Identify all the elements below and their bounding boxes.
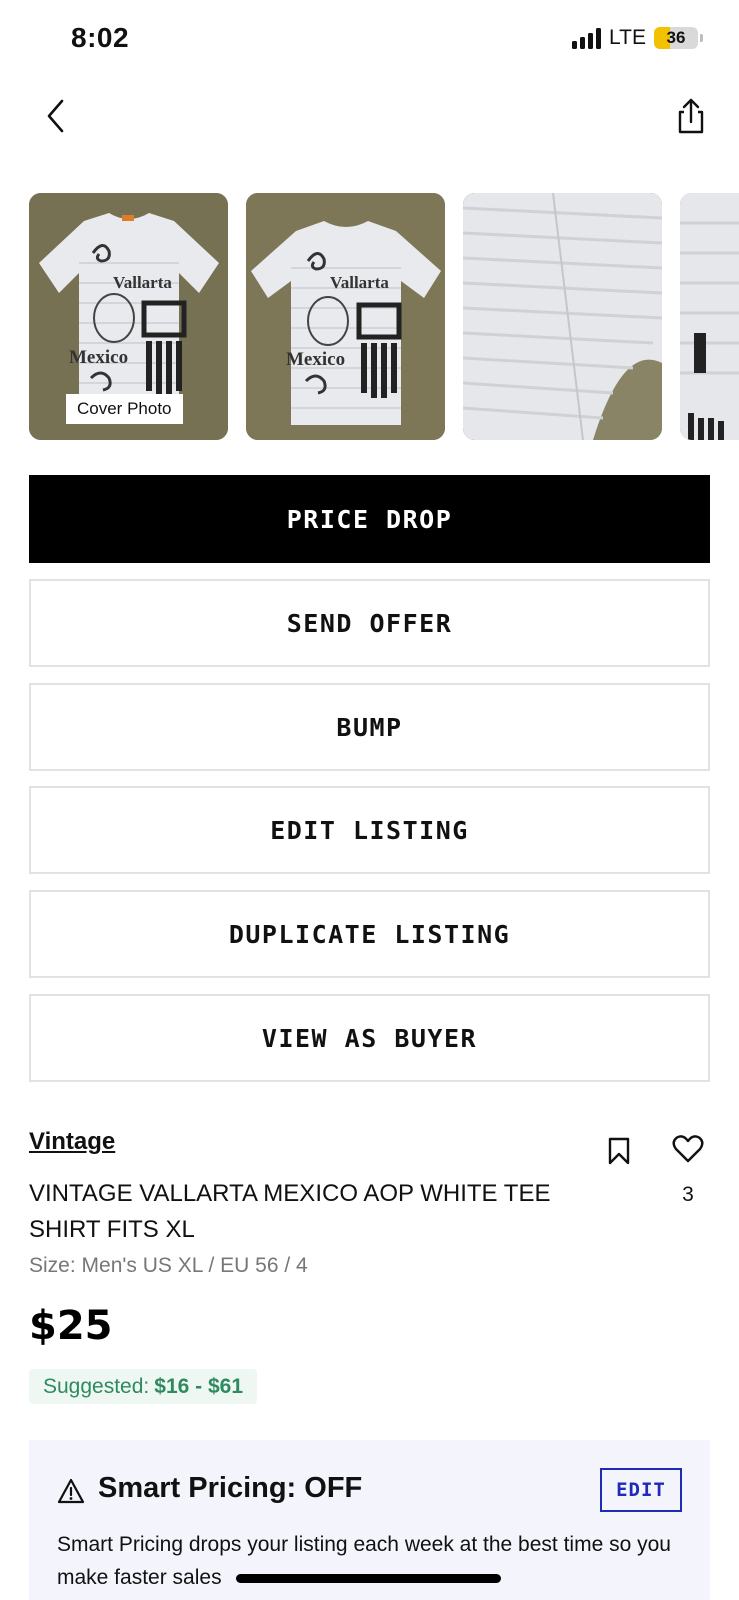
send-offer-button[interactable]: SEND OFFER <box>29 579 710 667</box>
share-icon <box>678 98 704 134</box>
back-button[interactable] <box>40 96 76 136</box>
duplicate-listing-button[interactable]: DUPLICATE LISTING <box>29 890 710 978</box>
listing-photo-1[interactable]: Vallarta Mexico Cover Photo <box>29 193 228 440</box>
status-time: 8:02 <box>71 22 130 53</box>
brand-link[interactable]: Vintage <box>29 1128 115 1156</box>
chevron-left-icon <box>47 99 64 133</box>
heart-icon[interactable] <box>672 1134 704 1164</box>
svg-text:Vallarta: Vallarta <box>113 273 172 292</box>
view-as-buyer-button[interactable]: VIEW AS BUYER <box>29 994 710 1082</box>
bump-button[interactable]: BUMP <box>29 683 710 771</box>
svg-text:Mexico: Mexico <box>286 349 345 370</box>
signal-icon <box>572 27 602 49</box>
bookmark-icon[interactable] <box>606 1136 632 1166</box>
home-indicator[interactable] <box>236 1574 501 1583</box>
status-bar: 8:02 LTE 36 <box>0 0 739 80</box>
smart-pricing-title: Smart Pricing: OFF <box>98 1472 363 1504</box>
svg-text:Vallarta: Vallarta <box>330 273 389 292</box>
battery-icon: 36 <box>654 27 698 49</box>
listing-photo-4[interactable] <box>680 193 739 440</box>
listing-price: $25 <box>29 1303 113 1349</box>
listing-size: Size: Men's US XL / EU 56 / 4 <box>29 1254 308 1277</box>
fabric-photo-image <box>463 193 662 440</box>
listing-photo-3[interactable] <box>463 193 662 440</box>
svg-text:Mexico: Mexico <box>69 347 128 368</box>
cover-photo-label: Cover Photo <box>66 394 183 424</box>
smart-pricing-edit-button[interactable]: EDIT <box>600 1468 682 1512</box>
tee-detail-photo-image <box>680 193 739 440</box>
listing-title: VINTAGE VALLARTA MEXICO AOP WHITE TEE SH… <box>29 1180 551 1243</box>
photo-gallery[interactable]: Vallarta Mexico Cover Photo Vallarta Mex… <box>29 193 739 440</box>
listing-photo-2[interactable]: Vallarta Mexico <box>246 193 445 440</box>
like-count: 3 <box>682 1183 694 1206</box>
battery-level: 36 <box>666 28 686 47</box>
status-indicators: LTE 36 <box>572 26 703 50</box>
nav-bar <box>0 86 739 146</box>
suggested-label: Suggested: <box>43 1374 150 1398</box>
warning-icon <box>57 1478 85 1504</box>
network-label: LTE <box>609 26 646 49</box>
suggested-price-badge: Suggested: $16 - $61 <box>29 1369 258 1404</box>
price-drop-button[interactable]: PRICE DROP <box>29 475 710 563</box>
share-button[interactable] <box>673 96 709 136</box>
edit-listing-button[interactable]: EDIT LISTING <box>29 786 710 874</box>
suggested-range: $16 - $61 <box>154 1374 244 1398</box>
tee-photo-image: Vallarta Mexico <box>246 193 445 440</box>
smart-pricing-description: Smart Pricing drops your listing each we… <box>57 1533 671 1589</box>
